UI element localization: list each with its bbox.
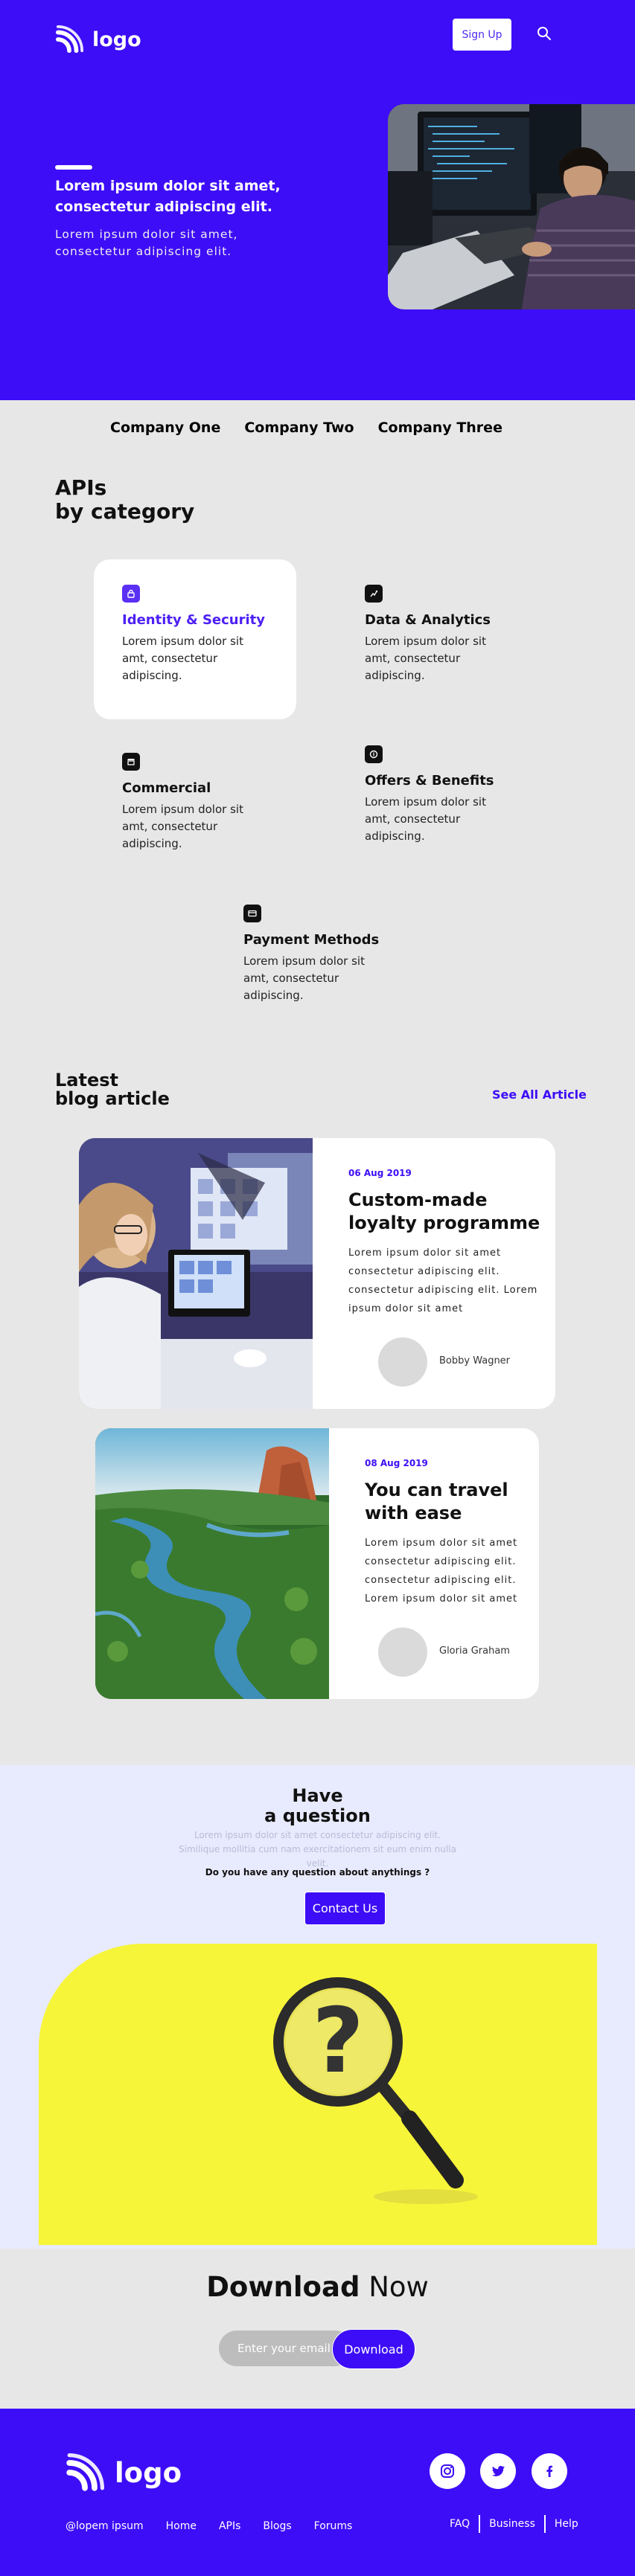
blog-post-card[interactable]: 06 Aug 2019 Custom-made loyalty programm…: [79, 1138, 555, 1409]
api-card-commercial[interactable]: Commercial Lorem ipsum dolor sit amt, co…: [94, 727, 296, 887]
logo-icon: [55, 25, 83, 54]
apis-title-line1: APIs: [55, 475, 107, 500]
download-title-rest: Now: [368, 2271, 429, 2303]
api-card-title: Payment Methods: [243, 932, 380, 948]
blog-title-line1: Latest: [55, 1070, 118, 1091]
hero-accent-line: [55, 165, 92, 170]
apis-section-title: APIs by category: [55, 476, 194, 524]
download-section: Download Now Download: [0, 2249, 635, 2409]
question-title-line2: a question: [264, 1805, 371, 1826]
contact-us-button[interactable]: Contact Us: [304, 1892, 386, 1925]
company-logos-row: Company One Company Two Company Three: [0, 420, 635, 436]
download-title-bold: Download: [206, 2271, 360, 2303]
blog-post-author: Gloria Graham: [439, 1645, 510, 1657]
avatar: [378, 1337, 427, 1387]
footer-link-faq[interactable]: FAQ: [441, 2516, 479, 2531]
logo-text: logo: [92, 28, 141, 51]
footer-logo[interactable]: logo: [66, 2453, 182, 2492]
logo-text: logo: [115, 2456, 182, 2489]
signup-button[interactable]: Sign Up: [453, 19, 511, 51]
question-illustration-magnifier: ?: [39, 1944, 597, 2245]
blog-post-author: Bobby Wagner: [439, 1355, 511, 1366]
footer-link-apis[interactable]: APIs: [219, 2520, 240, 2532]
footer-link-help[interactable]: Help: [546, 2516, 587, 2531]
footer-link-business[interactable]: Business: [480, 2516, 544, 2531]
question-description: Lorem ipsum dolor sit amet consectetur a…: [179, 1830, 456, 1869]
api-card-title: Data & Analytics: [365, 612, 491, 628]
company-name: Company One: [110, 420, 221, 436]
logo-icon: [66, 2453, 104, 2491]
blog-post-card[interactable]: 08 Aug 2019 You can travel with ease Lor…: [95, 1428, 539, 1699]
header-logo[interactable]: logo: [55, 25, 141, 54]
blog-post-image-river: [95, 1428, 329, 1699]
avatar: [378, 1628, 427, 1677]
api-card-data-analytics[interactable]: Data & Analytics Lorem ipsum dolor sit a…: [336, 559, 539, 719]
hero-subtitle: Lorem ipsum dolor sit amet, consectetur …: [55, 228, 238, 258]
search-icon[interactable]: [536, 25, 552, 42]
company-name: Company Three: [377, 420, 502, 436]
api-card-description: Lorem ipsum dolor sit amt, consectetur a…: [122, 635, 243, 682]
blog-post-title[interactable]: You can travel with ease: [365, 1479, 529, 1525]
blog-post-image-office: [79, 1138, 313, 1409]
api-card-description: Lorem ipsum dolor sit amt, consectetur a…: [243, 954, 365, 1002]
footer-secondary-nav: FAQ Business Help: [441, 2515, 587, 2533]
store-icon: [122, 753, 140, 771]
svg-text:?: ?: [312, 1990, 364, 2093]
api-card-title: Identity & Security: [122, 612, 265, 628]
twitter-icon[interactable]: [480, 2453, 516, 2489]
footer-nav: @lopem ipsum Home APIs Blogs Forums: [66, 2520, 352, 2532]
api-card-title: Commercial: [122, 780, 211, 796]
analytics-icon: [365, 585, 383, 603]
question-title: Have a question: [0, 1786, 635, 1826]
blog-post-date: 06 Aug 2019: [348, 1168, 412, 1178]
footer-link-forums[interactable]: Forums: [314, 2520, 353, 2532]
question-prompt: Do you have any question about anythings…: [205, 1867, 430, 1878]
api-card-offers-benefits[interactable]: Offers & Benefits Lorem ipsum dolor sit …: [336, 720, 539, 880]
download-button[interactable]: Download: [332, 2329, 415, 2369]
see-all-articles-link[interactable]: See All Article: [492, 1088, 587, 1102]
hero-title: Lorem ipsum dolor sit amet, consectetur …: [55, 178, 281, 215]
footer-link-blogs[interactable]: Blogs: [263, 2520, 291, 2532]
blog-title-line2: blog article: [55, 1088, 170, 1109]
company-name: Company Two: [244, 420, 354, 436]
api-card-payment-methods[interactable]: Payment Methods Lorem ipsum dolor sit am…: [215, 879, 418, 1039]
facebook-icon[interactable]: [532, 2453, 567, 2489]
api-card-description: Lorem ipsum dolor sit amt, consectetur a…: [365, 635, 486, 682]
apis-title-line2: by category: [55, 499, 195, 524]
blog-post-excerpt: Lorem ipsum dolor sit amet consectetur a…: [348, 1247, 538, 1314]
card-icon: [243, 905, 261, 922]
footer-link-handle[interactable]: @lopem ipsum: [66, 2520, 144, 2532]
blog-section-title: Latest blog article: [55, 1071, 170, 1108]
lock-icon: [122, 585, 140, 603]
blog-post-excerpt: Lorem ipsum dolor sit amet consectetur a…: [365, 1538, 518, 1605]
download-title: Download Now: [0, 2271, 635, 2303]
blog-post-title[interactable]: Custom-made loyalty programme: [348, 1189, 542, 1235]
instagram-icon[interactable]: [430, 2453, 465, 2489]
footer-link-home[interactable]: Home: [166, 2520, 197, 2532]
hero-image-developer: [388, 104, 635, 309]
question-section: Have a question Lorem ipsum dolor sit am…: [0, 1765, 635, 2249]
api-card-identity-security[interactable]: Identity & Security Lorem ipsum dolor si…: [94, 559, 296, 719]
api-card-description: Lorem ipsum dolor sit amt, consectetur a…: [365, 795, 486, 843]
api-card-title: Offers & Benefits: [365, 773, 494, 788]
footer: logo @lopem ipsum Home APIs Blogs Forums…: [0, 2409, 635, 2576]
blog-post-date: 08 Aug 2019: [365, 1458, 428, 1468]
question-title-line1: Have: [292, 1785, 343, 1806]
hero-section: logo Sign Up Lorem ipsum dolor sit amet,…: [0, 0, 635, 400]
coin-icon: [365, 745, 383, 763]
api-card-description: Lorem ipsum dolor sit amt, consectetur a…: [122, 803, 243, 850]
